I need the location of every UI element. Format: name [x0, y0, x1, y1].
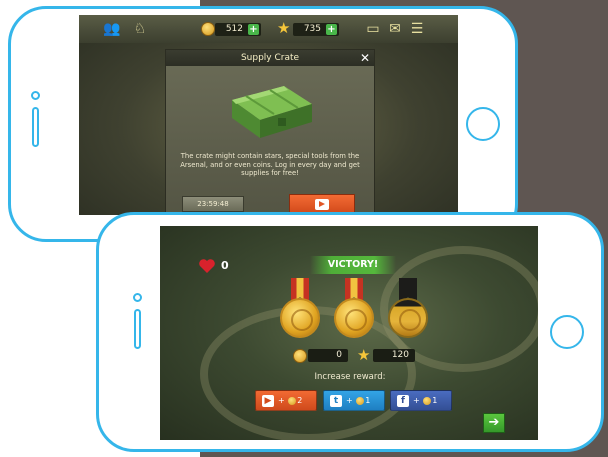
star-counter: 735 + — [293, 23, 339, 36]
medal-icon — [280, 298, 320, 338]
twitter-icon: t — [330, 395, 342, 407]
supply-crate-dialog: Supply Crate ✕ The crate might contain s… — [165, 49, 375, 215]
medal-earned — [280, 278, 320, 350]
speaker-slot — [134, 309, 141, 349]
coin-reward: 0 — [308, 349, 348, 362]
game-screen-victory: 0 VICTORY! 0 ★ 120 Increase reward: ▶ + … — [160, 226, 538, 440]
coin-icon — [201, 22, 215, 36]
reward-amount: + 2 — [278, 396, 303, 405]
star-count: 735 — [303, 24, 321, 34]
dialog-title: Supply Crate — [240, 53, 300, 63]
buy-stars-button[interactable]: + — [326, 24, 337, 35]
camera-dot — [31, 91, 40, 100]
medal-icon — [334, 298, 374, 338]
dialog-description: The crate might contain stars, special t… — [180, 152, 360, 178]
medal-locked — [388, 278, 428, 350]
coin-count: 512 — [225, 24, 243, 34]
top-resource-bar: 👥 ♘ 512 + ★ 735 + ▭ ✉ ☰ — [79, 15, 458, 43]
timer-button[interactable]: 23:59:48 — [182, 196, 244, 212]
watch-video-button[interactable] — [289, 194, 355, 214]
medal-icon — [388, 298, 428, 338]
home-button[interactable] — [466, 107, 500, 141]
increase-reward-label: Increase reward: — [314, 372, 386, 382]
speaker-slot — [32, 107, 39, 147]
game-screen-supply-crate: 👥 ♘ 512 + ★ 735 + ▭ ✉ ☰ Supply Crate ✕ T… — [79, 15, 458, 215]
heart-icon — [199, 259, 215, 273]
facebook-share-button[interactable]: f + 1 — [390, 390, 452, 411]
medal-earned — [334, 278, 374, 350]
video-icon: ▶ — [262, 395, 274, 407]
supply-crate-image — [232, 86, 312, 138]
next-button[interactable]: ➔ — [483, 413, 505, 433]
star-icon: ★ — [357, 346, 371, 364]
friends-icon[interactable]: 👥 — [103, 20, 121, 38]
video-reward-button[interactable]: ▶ + 2 — [255, 390, 317, 411]
close-icon[interactable]: ✕ — [360, 50, 370, 66]
coin-counter: 512 + — [215, 23, 261, 36]
coin-icon — [423, 396, 432, 405]
mail-icon[interactable]: ✉ — [386, 20, 404, 38]
reward-amount: + 1 — [413, 396, 438, 405]
coin-icon — [356, 396, 365, 405]
star-reward: 120 — [373, 349, 415, 362]
camera-dot — [133, 293, 142, 302]
video-icon — [315, 199, 329, 210]
achievements-icon[interactable]: ♘ — [131, 20, 149, 38]
buy-coins-button[interactable]: + — [248, 24, 259, 35]
home-button[interactable] — [550, 315, 584, 349]
star-icon: ★ — [277, 19, 291, 37]
menu-icon[interactable]: ☰ — [408, 20, 426, 38]
coin-icon — [288, 396, 297, 405]
reward-amount: + 1 — [346, 396, 371, 405]
facebook-icon: f — [397, 395, 409, 407]
video-offer-icon[interactable]: ▭ — [364, 20, 382, 38]
dialog-title-bar: Supply Crate ✕ — [166, 50, 374, 66]
heart-count: 0 — [221, 259, 229, 272]
twitter-share-button[interactable]: t + 1 — [323, 390, 385, 411]
victory-banner: VICTORY! — [310, 256, 396, 274]
coin-icon — [293, 349, 307, 363]
